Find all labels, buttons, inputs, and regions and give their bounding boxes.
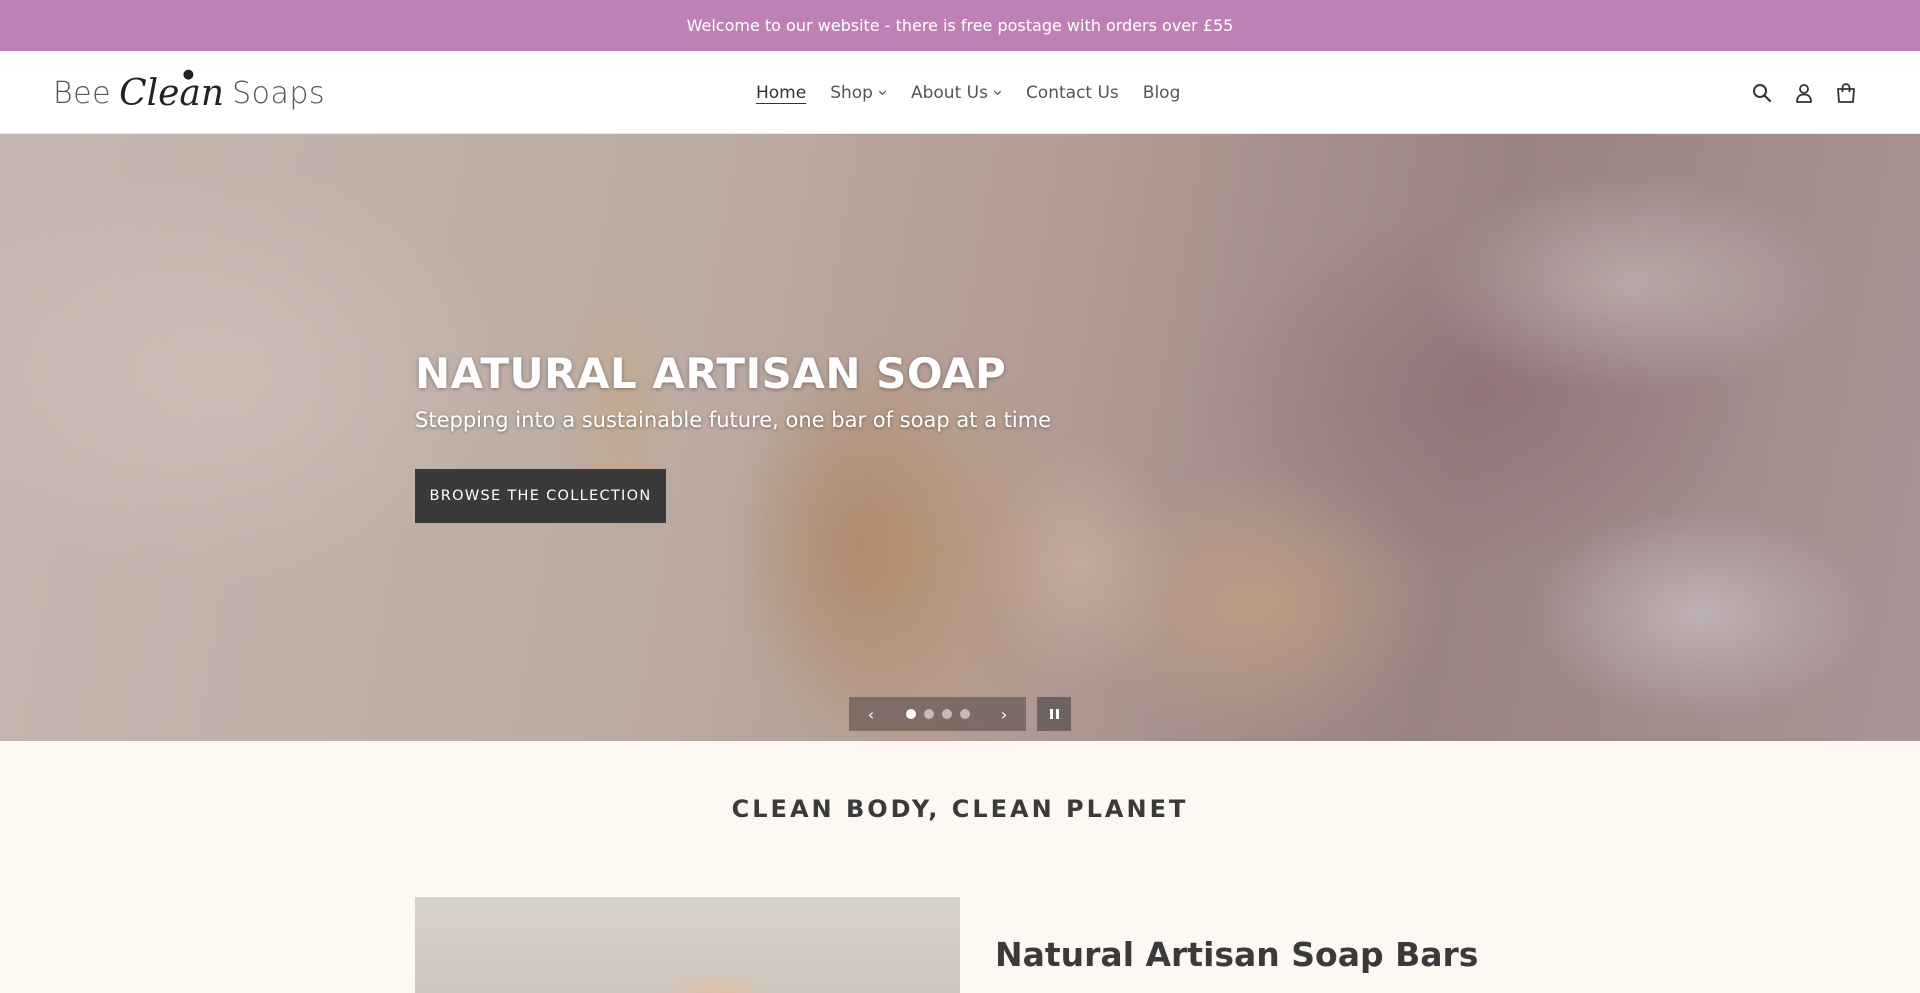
slideshow-controls: ‹ ›	[849, 697, 1026, 731]
nav-contact-label: Contact Us	[1025, 82, 1119, 103]
nav-home-label: Home	[756, 82, 807, 103]
slide-dot-3[interactable]	[941, 709, 952, 719]
logo[interactable]: Bee Clean ● Soaps	[53, 67, 326, 118]
logo-word-clean: Clean ●	[119, 67, 225, 114]
feature-image	[415, 897, 960, 993]
bee-icon: ●	[182, 66, 195, 82]
main-nav: Home Shop About Us Contact Us Blog	[756, 51, 1180, 134]
pause-icon	[1049, 709, 1053, 719]
nav-blog-label: Blog	[1142, 82, 1181, 103]
nav-shop-label: Shop	[830, 82, 873, 103]
slide-dot-1[interactable]	[905, 709, 916, 719]
nav-shop[interactable]: Shop	[830, 83, 887, 103]
pause-icon	[1055, 709, 1059, 719]
site-header: Bee Clean ● Soaps Home Shop About Us Cont…	[0, 51, 1920, 134]
nav-blog[interactable]: Blog	[1143, 83, 1181, 103]
browse-collection-button[interactable]: BROWSE THE COLLECTION	[415, 469, 666, 523]
logo-word-clean-text: Clean	[119, 72, 225, 114]
hero-subtitle: Stepping into a sustainable future, one …	[415, 408, 1052, 432]
nav-home[interactable]: Home	[756, 83, 806, 103]
nav-about[interactable]: About Us	[911, 83, 1002, 103]
slide-dots	[905, 709, 970, 719]
hero-title: NATURAL ARTISAN SOAP	[415, 349, 1007, 398]
hero-slideshow: NATURAL ARTISAN SOAP Stepping into a sus…	[0, 134, 1920, 741]
account-icon[interactable]	[1792, 81, 1816, 105]
hero-overlay	[0, 134, 1920, 741]
chevron-down-icon	[993, 90, 1002, 96]
logo-word-soaps: Soaps	[232, 75, 326, 111]
cart-icon[interactable]	[1834, 81, 1858, 105]
header-icons	[1750, 51, 1858, 134]
announcement-bar: Welcome to our website - there is free p…	[0, 0, 1920, 51]
slide-dot-2[interactable]	[923, 709, 934, 719]
logo-word-bee: Bee	[53, 75, 112, 111]
section-title: CLEAN BODY, CLEAN PLANET	[731, 795, 1189, 823]
nav-contact[interactable]: Contact Us	[1026, 83, 1119, 103]
pause-button[interactable]	[1037, 697, 1071, 731]
chevron-left-icon[interactable]: ‹	[861, 705, 881, 724]
announcement-text: Welcome to our website - there is free p…	[686, 16, 1234, 35]
search-icon[interactable]	[1750, 81, 1774, 105]
slide-dot-4[interactable]	[959, 709, 970, 719]
feature-title: Natural Artisan Soap Bars	[995, 935, 1479, 974]
nav-about-label: About Us	[910, 82, 988, 103]
chevron-right-icon[interactable]: ›	[994, 705, 1014, 724]
chevron-down-icon	[878, 90, 887, 96]
